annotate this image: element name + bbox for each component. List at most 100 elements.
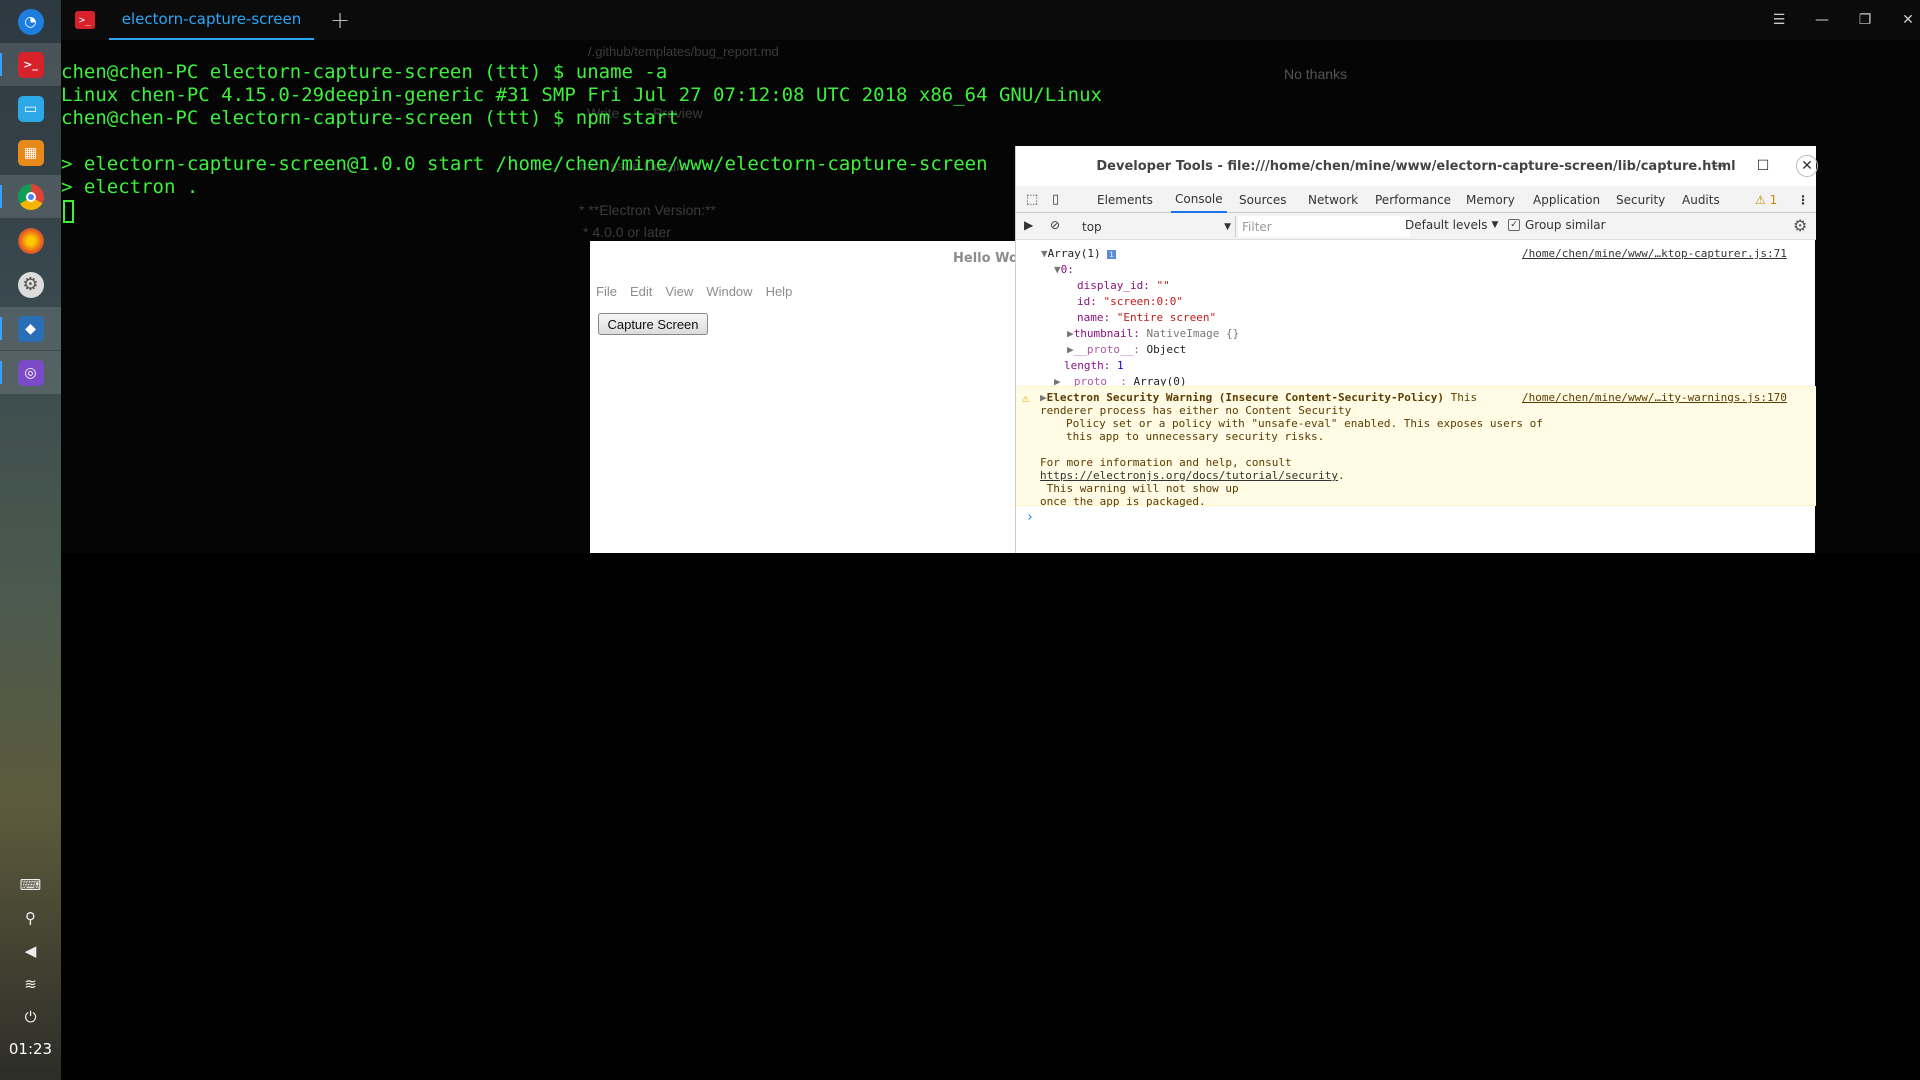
dock-item-file-manager[interactable]: ▭ <box>0 87 61 130</box>
power-icon[interactable]: ⏻ <box>0 1005 61 1029</box>
terminal-app-icon: >_ <box>75 11 95 29</box>
devtools-title: Developer Tools - file:///home/chen/mine… <box>1096 158 1736 174</box>
wifi-icon[interactable]: ≋ <box>0 972 61 996</box>
close-button[interactable]: ✕ <box>1897 9 1919 31</box>
file-manager-icon: ▭ <box>17 95 44 122</box>
warning-count: 1 <box>1769 192 1778 207</box>
terminal-cursor <box>63 200 74 223</box>
terminal-output[interactable]: chen@chen-PC electorn-capture-screen (tt… <box>61 38 1102 199</box>
tab-security[interactable]: Security <box>1616 186 1665 213</box>
console-toolbar: ▶ ⊘ top ▼ Filter Default levels ▼ ✓ Group … <box>1016 213 1816 240</box>
dock-item-app-store[interactable]: ▦ <box>0 131 61 174</box>
warning-line: once the app is packaged. <box>1040 495 1206 508</box>
tab-sources[interactable]: Sources <box>1239 186 1286 213</box>
terminal-line: > electorn-capture-screen@1.0.0 start /h… <box>61 153 988 175</box>
dock: ◔ >_ ▭ ▦ ⚙ ◆ ◎ ⌨ ⚲ ◀ ≋ ⏻ 01:23 <box>0 0 61 1080</box>
tab-memory[interactable]: Memory <box>1466 186 1515 213</box>
terminal-line: chen@chen-PC electorn-capture-screen (tt… <box>61 107 679 129</box>
app-title: Hello World! <box>953 250 1015 266</box>
warning-line: Policy set or a policy with "unsafe-eval… <box>1066 417 1543 430</box>
ghost-electron-version: * **Electron Version:** <box>579 202 716 218</box>
warning-line: this app to unnecessary security risks. <box>1066 430 1325 443</box>
restore-button[interactable]: ❐ <box>1854 9 1876 31</box>
prop-display-id: display_id: "" <box>1077 279 1170 292</box>
terminal-line: Linux chen-PC 4.15.0-29deepin-generic #3… <box>61 84 1102 106</box>
warning-count-badge[interactable]: ⚠ 1 <box>1755 186 1777 213</box>
warning-icon: ⚠ <box>1022 391 1030 405</box>
ghost-no-thanks: No thanks <box>1284 66 1348 82</box>
settings-gear-icon[interactable]: ⚙ <box>1793 216 1807 235</box>
volume-icon[interactable]: ◀ <box>0 939 61 963</box>
warning-line: renderer process has either no Content S… <box>1040 404 1352 417</box>
prop-name: name: "Entire screen" <box>1077 311 1217 324</box>
console-output[interactable]: ▼Array(1) i /home/chen/mine/www/…ktop-ca… <box>1016 240 1816 553</box>
devtools-window: Developer Tools - file:///home/chen/mine… <box>1015 146 1818 553</box>
security-docs-link[interactable]: https://electronjs.org/docs/tutorial/sec… <box>1040 469 1338 482</box>
devtools-tabbar: ⬚ ▯ Elements Console Sources Network Per… <box>1016 186 1816 213</box>
usb-icon[interactable]: ⚲ <box>0 906 61 930</box>
app-menubar: File Edit View Window Help <box>596 284 792 299</box>
clock[interactable]: 01:23 <box>0 1040 61 1058</box>
security-warning-message: ⚠ ▶Electron Security Warning (Insecure C… <box>1016 386 1816 508</box>
context-select[interactable]: top ▼ <box>1078 216 1236 237</box>
prop-length: length: 1 <box>1064 359 1124 372</box>
sidebar-toggle-icon[interactable]: ▶ <box>1024 218 1033 232</box>
menu-view[interactable]: View <box>665 284 693 299</box>
tab-application[interactable]: Application <box>1533 186 1600 213</box>
minimize-button[interactable]: — <box>1811 9 1833 31</box>
app-store-icon: ▦ <box>17 139 44 166</box>
chrome-icon <box>17 183 44 210</box>
menu-help[interactable]: Help <box>766 284 793 299</box>
index-expander[interactable]: ▼0: <box>1054 263 1074 276</box>
dock-item-firefox[interactable] <box>0 219 61 262</box>
menu-edit[interactable]: Edit <box>630 284 652 299</box>
dock-item-terminal[interactable]: >_ <box>0 43 61 86</box>
menu-icon[interactable]: ☰ <box>1768 9 1790 31</box>
electron-app-window: Hello World! File Edit View Window Help … <box>590 241 1015 553</box>
prop-thumbnail[interactable]: ▶thumbnail: NativeImage {} <box>1067 327 1239 340</box>
terminal-line: ​ <box>61 130 1102 153</box>
dock-item-chrome[interactable] <box>0 175 61 218</box>
capture-screen-button[interactable]: Capture Screen <box>598 313 708 335</box>
group-similar-checkbox[interactable]: ✓ <box>1508 219 1520 231</box>
terminal-tabbar: >_ electorn-capture-screen + ☰ — ❐ ✕ <box>61 0 1920 40</box>
array-expander[interactable]: ▼Array(1) i <box>1041 247 1117 260</box>
warning-link-line: https://electronjs.org/docs/tutorial/sec… <box>1040 469 1345 482</box>
warning-source-link[interactable]: /home/chen/mine/www/…ity-warnings.js:170 <box>1522 391 1787 404</box>
tab-elements[interactable]: Elements <box>1097 186 1153 213</box>
device-toolbar-icon[interactable]: ▯ <box>1052 186 1059 213</box>
terminal-line: > electron . <box>61 176 199 198</box>
more-menu-icon[interactable]: ⋮ <box>1797 186 1809 213</box>
prop-proto[interactable]: ▶__proto__: Object <box>1067 343 1186 356</box>
filter-input[interactable]: Filter <box>1238 216 1410 237</box>
dock-item-settings[interactable]: ⚙ <box>0 263 61 306</box>
log-levels-select[interactable]: Default levels ▼ <box>1405 218 1498 232</box>
tab-audits[interactable]: Audits <box>1682 186 1720 213</box>
terminal-tab[interactable]: electorn-capture-screen <box>109 0 314 40</box>
menu-file[interactable]: File <box>596 284 617 299</box>
devtools-close-button[interactable]: ✕ <box>1796 155 1818 177</box>
tab-console[interactable]: Console <box>1171 186 1227 213</box>
firefox-icon <box>17 227 44 254</box>
warning-line: This warning will not show up <box>1040 482 1239 495</box>
devtools-maximize-button[interactable]: ☐ <box>1752 155 1774 177</box>
inspect-icon[interactable]: ⬚ <box>1026 186 1038 213</box>
levels-value: Default levels <box>1405 218 1488 232</box>
console-prompt[interactable]: › <box>1026 510 1034 525</box>
capture-app-icon: ◎ <box>17 359 44 386</box>
devtools-minimize-button[interactable]: — <box>1708 155 1730 177</box>
new-tab-button[interactable]: + <box>326 6 354 34</box>
dock-item-launcher[interactable]: ◔ <box>0 0 61 43</box>
clear-console-icon[interactable]: ⊘ <box>1050 218 1060 232</box>
warning-icon: ⚠ <box>1755 192 1770 207</box>
source-link[interactable]: /home/chen/mine/www/…ktop-capturer.js:71 <box>1522 247 1787 260</box>
keyboard-icon[interactable]: ⌨ <box>0 873 61 897</box>
terminal-icon: >_ <box>17 51 44 78</box>
tab-performance[interactable]: Performance <box>1375 186 1451 213</box>
warning-title[interactable]: ▶Electron Security Warning (Insecure Con… <box>1040 391 1477 404</box>
launcher-icon: ◔ <box>17 8 44 35</box>
tab-network[interactable]: Network <box>1308 186 1358 213</box>
dock-item-capture-app[interactable]: ◎ <box>0 351 61 394</box>
menu-window[interactable]: Window <box>706 284 752 299</box>
dock-item-vscode[interactable]: ◆ <box>0 307 61 350</box>
